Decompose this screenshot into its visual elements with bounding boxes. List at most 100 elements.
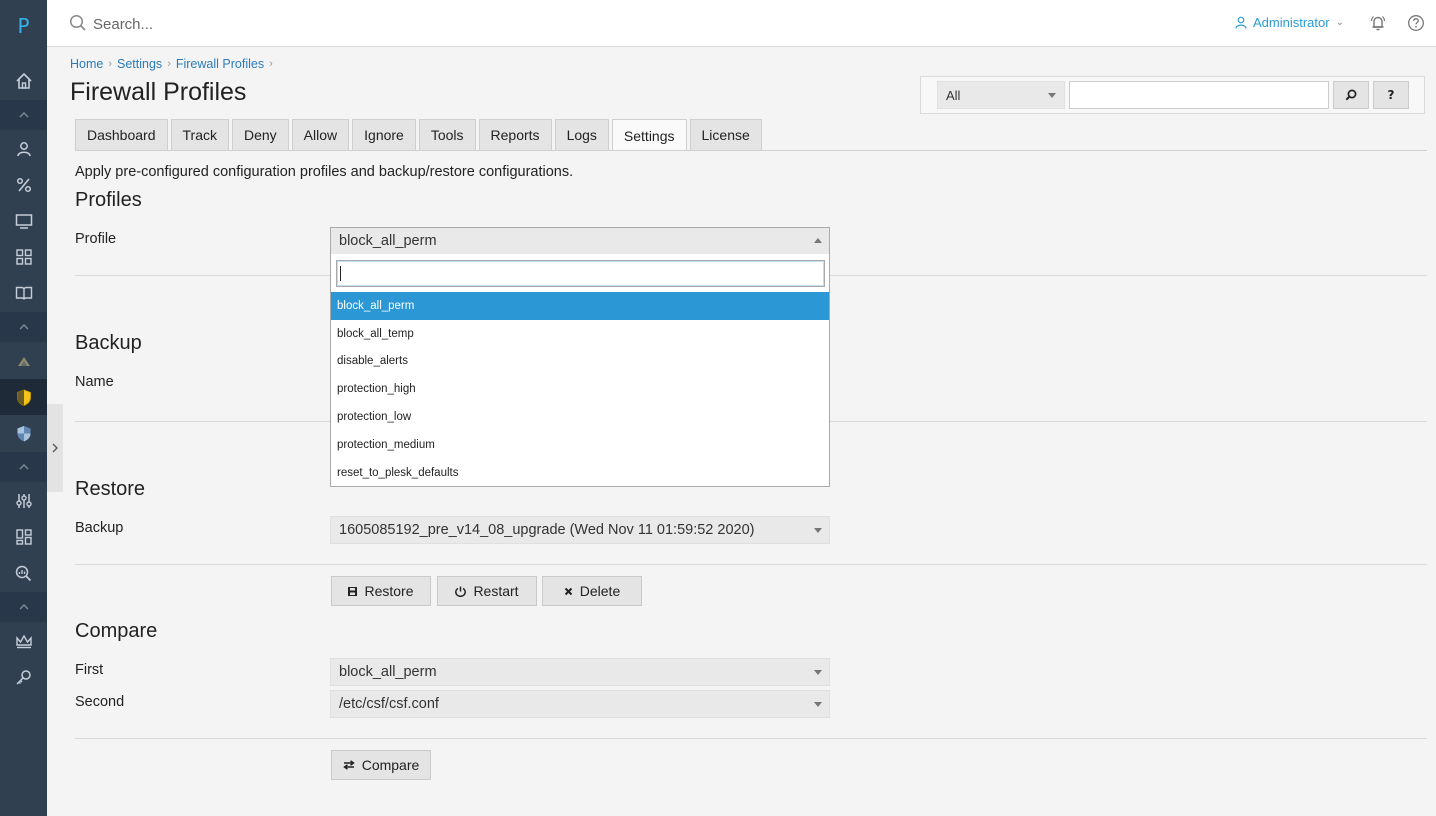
filter-help-button[interactable]: ? bbox=[1373, 81, 1409, 109]
compare-second-select[interactable]: /etc/csf/csf.conf bbox=[330, 690, 830, 718]
restore-button[interactable]: Restore bbox=[331, 576, 431, 606]
backup-name-label: Name bbox=[75, 374, 114, 390]
restart-button-label: Restart bbox=[473, 583, 519, 599]
apps-icon[interactable] bbox=[0, 239, 47, 275]
compare-button-label: Compare bbox=[361, 757, 420, 773]
tab-allow[interactable]: Allow bbox=[291, 119, 350, 150]
delete-button[interactable]: Delete bbox=[542, 576, 642, 606]
collapse-group-icon[interactable] bbox=[0, 312, 47, 342]
compare-section-title: Compare bbox=[75, 620, 158, 642]
breadcrumb-firewall-profiles[interactable]: Firewall Profiles bbox=[176, 57, 264, 71]
user-menu[interactable]: Administrator ⌄ bbox=[1235, 15, 1344, 30]
restart-button[interactable]: Restart bbox=[437, 576, 537, 606]
page-description: Apply pre-configured configuration profi… bbox=[75, 164, 574, 180]
profiles-section-title: Profiles bbox=[75, 189, 142, 211]
tab-track[interactable]: Track bbox=[170, 119, 229, 150]
profile-dropdown-search-input[interactable] bbox=[336, 260, 825, 287]
delete-button-label: Delete bbox=[579, 583, 621, 599]
profile-select[interactable]: block_all_perm bbox=[330, 227, 830, 255]
chevron-down-icon: ⌄ bbox=[1335, 17, 1344, 28]
shield-icon[interactable] bbox=[0, 379, 47, 415]
tab-reports[interactable]: Reports bbox=[478, 119, 552, 150]
profile-option-protection-medium[interactable]: protection_medium bbox=[331, 431, 829, 459]
compare-second-label: Second bbox=[75, 694, 125, 710]
breadcrumb-separator-icon: › bbox=[167, 58, 171, 70]
filter-select-value: All bbox=[946, 88, 961, 103]
tab-bar: Dashboard Track Deny Allow Ignore Tools … bbox=[75, 119, 762, 151]
compare-first-select[interactable]: block_all_perm bbox=[330, 658, 830, 686]
sidebar-expand-handle[interactable] bbox=[47, 404, 63, 492]
help-icon[interactable] bbox=[1407, 14, 1425, 32]
extension-icon[interactable] bbox=[0, 343, 47, 379]
top-bar: Administrator ⌄ bbox=[47, 0, 1436, 47]
breadcrumb: Home › Settings › Firewall Profiles › bbox=[70, 57, 278, 71]
profile-options-list: block_all_perm block_all_temp disable_al… bbox=[331, 292, 829, 487]
divider bbox=[75, 738, 1427, 739]
tab-dashboard[interactable]: Dashboard bbox=[75, 119, 168, 150]
swap-arrows-icon bbox=[342, 760, 355, 770]
users-icon[interactable] bbox=[0, 131, 47, 167]
firewall-icon[interactable] bbox=[0, 415, 47, 451]
restore-backup-select[interactable]: 1605085192_pre_v14_08_upgrade (Wed Nov 1… bbox=[330, 516, 830, 544]
profile-dropdown: block_all_perm block_all_temp disable_al… bbox=[330, 254, 830, 487]
crown-icon[interactable] bbox=[0, 623, 47, 659]
profile-label: Profile bbox=[75, 231, 117, 247]
breadcrumb-separator-icon: › bbox=[108, 58, 113, 70]
book-icon[interactable] bbox=[0, 275, 47, 311]
dropdown-arrow-icon bbox=[814, 702, 822, 707]
compare-button[interactable]: Compare bbox=[331, 750, 431, 780]
tab-tools[interactable]: Tools bbox=[418, 119, 476, 150]
profile-option-block-all-perm[interactable]: block_all_perm bbox=[331, 292, 829, 320]
profile-option-protection-low[interactable]: protection_low bbox=[331, 403, 829, 431]
backup-section-title: Backup bbox=[75, 332, 142, 354]
dropdown-arrow-icon bbox=[814, 670, 822, 675]
percent-icon[interactable] bbox=[0, 167, 47, 203]
collapse-group-icon[interactable] bbox=[0, 452, 47, 482]
profile-option-protection-high[interactable]: protection_high bbox=[331, 375, 829, 403]
notifications-icon[interactable] bbox=[1369, 14, 1387, 32]
breadcrumb-separator-icon: › bbox=[269, 58, 273, 70]
restore-backup-select-value: 1605085192_pre_v14_08_upgrade (Wed Nov 1… bbox=[339, 522, 755, 538]
tab-ignore[interactable]: Ignore bbox=[352, 119, 416, 150]
dropdown-arrow-icon bbox=[1048, 93, 1056, 98]
profile-option-block-all-temp[interactable]: block_all_temp bbox=[331, 320, 829, 348]
user-name: Administrator bbox=[1253, 15, 1330, 30]
sliders-icon[interactable] bbox=[0, 483, 47, 519]
tab-deny[interactable]: Deny bbox=[231, 119, 289, 150]
breadcrumb-home[interactable]: Home bbox=[70, 57, 103, 71]
plesk-logo[interactable]: P bbox=[0, 14, 47, 38]
filter-box: All ? bbox=[920, 76, 1425, 114]
tab-settings[interactable]: Settings bbox=[611, 119, 687, 151]
global-search-input[interactable] bbox=[93, 12, 493, 36]
restore-backup-label: Backup bbox=[75, 520, 124, 536]
tab-license[interactable]: License bbox=[689, 119, 762, 150]
tab-logs[interactable]: Logs bbox=[554, 119, 609, 150]
sidebar: P bbox=[0, 0, 47, 816]
monitor-icon[interactable] bbox=[0, 203, 47, 239]
search-icon bbox=[1345, 89, 1357, 101]
text-caret bbox=[340, 266, 341, 281]
user-icon bbox=[1235, 16, 1247, 29]
restore-section-title: Restore bbox=[75, 478, 146, 500]
save-icon bbox=[348, 586, 358, 596]
chevron-right-icon bbox=[52, 443, 58, 453]
profile-option-disable-alerts[interactable]: disable_alerts bbox=[331, 348, 829, 376]
compare-second-select-value: /etc/csf/csf.conf bbox=[339, 696, 439, 712]
filter-select[interactable]: All bbox=[937, 81, 1065, 109]
key-icon[interactable] bbox=[0, 659, 47, 695]
page-title: Firewall Profiles bbox=[70, 78, 247, 106]
profile-select-value: block_all_perm bbox=[339, 233, 437, 249]
home-icon[interactable] bbox=[0, 63, 47, 99]
collapse-group-icon[interactable] bbox=[0, 100, 47, 130]
divider bbox=[75, 564, 1427, 565]
dropdown-arrow-up-icon bbox=[814, 238, 822, 243]
dashboard-icon[interactable] bbox=[0, 519, 47, 555]
search-icon bbox=[69, 14, 86, 31]
filter-search-input[interactable] bbox=[1069, 81, 1329, 109]
breadcrumb-settings[interactable]: Settings bbox=[117, 57, 162, 71]
tabs-divider bbox=[75, 150, 1427, 151]
filter-search-button[interactable] bbox=[1333, 81, 1369, 109]
profile-option-reset-to-plesk-defaults[interactable]: reset_to_plesk_defaults bbox=[331, 459, 829, 487]
collapse-group-icon[interactable] bbox=[0, 592, 47, 622]
search-stats-icon[interactable] bbox=[0, 555, 47, 591]
